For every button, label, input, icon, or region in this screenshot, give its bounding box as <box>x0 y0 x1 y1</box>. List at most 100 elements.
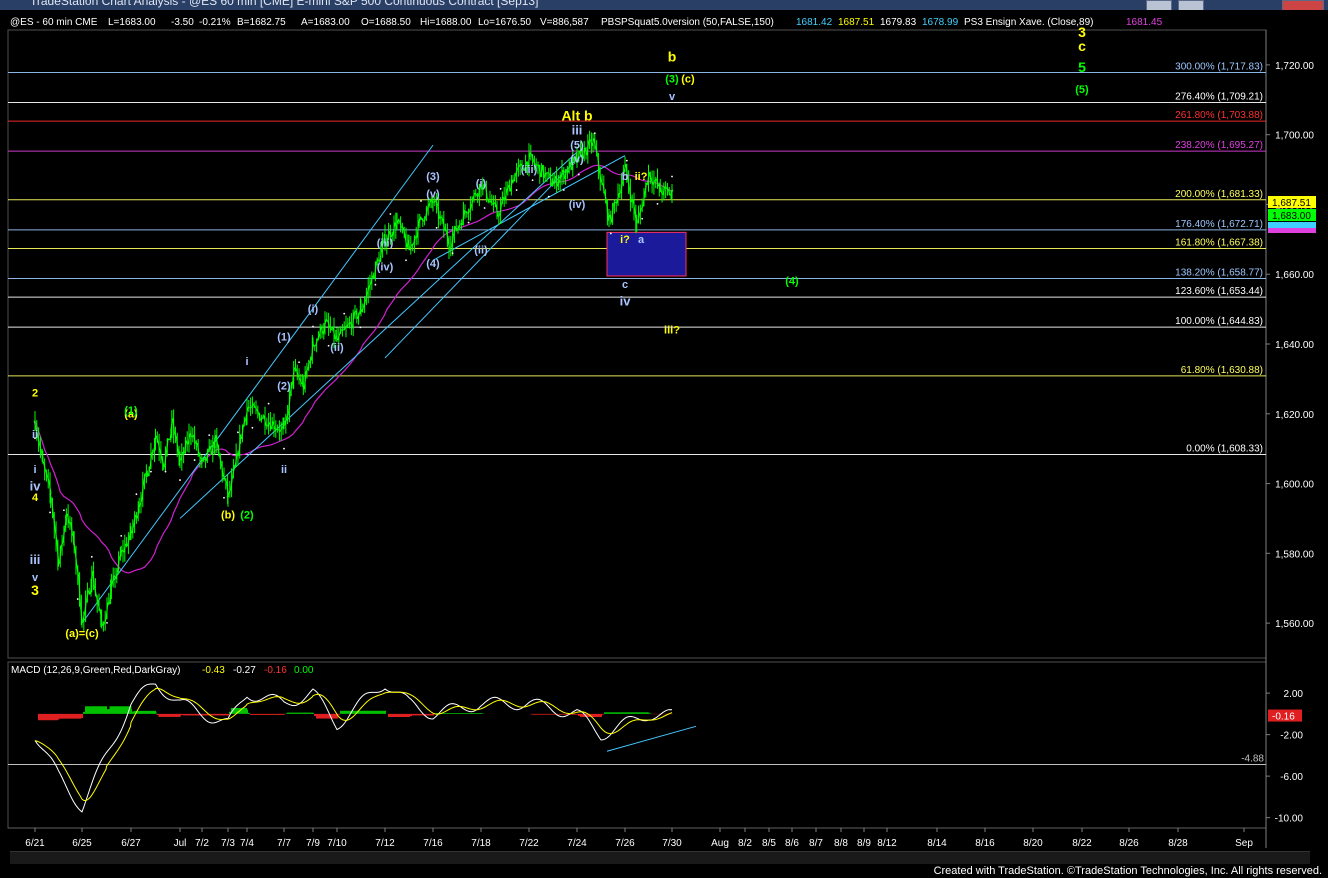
time-tick-label: 8/22 <box>1072 838 1092 849</box>
candle-body <box>51 499 54 516</box>
candle-body <box>618 192 621 195</box>
window-title-bar[interactable]: TradeStation Chart Analysis - @ES 60 min… <box>0 0 1328 10</box>
macd-histogram-bar <box>140 710 142 714</box>
candle-body <box>263 415 267 426</box>
horizontal-scrollbar[interactable] <box>10 851 1310 864</box>
trend-lines <box>34 144 673 624</box>
candle-body <box>344 325 348 329</box>
candle-body <box>299 378 303 385</box>
macd-histogram-bar <box>532 713 534 715</box>
macd-histogram-bar <box>63 713 66 719</box>
candle-body <box>604 193 607 202</box>
maximize-button[interactable] <box>1178 0 1204 10</box>
macd-histogram-bar <box>113 706 116 714</box>
macd-histogram-bar <box>366 710 368 714</box>
candle-body <box>269 422 272 430</box>
candle-body <box>632 199 636 212</box>
candle-body <box>600 181 604 185</box>
macd-histogram-bar <box>130 709 132 714</box>
minimize-button[interactable] <box>1146 0 1172 10</box>
close-button[interactable] <box>1282 0 1324 10</box>
chart-area[interactable]: @ES - 60 min CME L=1683.00 -3.50 -0.21% … <box>0 10 1328 865</box>
macd-histogram-bar <box>40 713 42 721</box>
candle-body <box>307 361 311 370</box>
time-tick-label: 7/9 <box>306 838 320 849</box>
change-percent: -0.21% <box>199 17 231 28</box>
candle-body <box>127 537 130 547</box>
candle-body <box>501 196 504 205</box>
channel-line <box>179 151 578 519</box>
candle-body <box>499 204 502 216</box>
macd-histogram-bar <box>107 709 110 714</box>
macd-histogram-bar <box>105 709 108 714</box>
macd-histogram-bar <box>138 710 140 714</box>
swing-dot <box>164 470 167 473</box>
macd-histogram-bar <box>600 713 602 717</box>
wave-label: 3 <box>31 582 39 598</box>
candle-body <box>172 418 176 434</box>
wave-label: 5 <box>1078 59 1086 75</box>
macd-histogram-bar <box>152 710 154 714</box>
candle-body <box>357 313 360 319</box>
swing-dot <box>593 132 596 135</box>
macd-histogram-bar <box>85 706 87 714</box>
macd-histogram-bar <box>414 713 416 716</box>
macd-histogram-bar <box>262 713 264 715</box>
candle-body <box>260 417 263 421</box>
candle-body <box>640 205 644 210</box>
low-value: Lo=1676.50 <box>478 17 532 28</box>
macd-histogram-bar <box>168 713 171 717</box>
candle-body <box>305 368 309 373</box>
macd-histogram-bar <box>57 713 60 720</box>
channel-line <box>81 144 434 624</box>
macd-histogram-bar <box>183 713 185 716</box>
last-high-tag: 1,687.51 <box>1272 198 1311 209</box>
macd-histogram-bar <box>318 713 320 719</box>
macd-histogram-bar <box>211 713 213 716</box>
macd-histogram-bar <box>464 713 466 714</box>
swing-dot <box>562 189 565 191</box>
macd-histogram-bar <box>187 713 189 716</box>
macd-histogram-bar <box>404 713 406 717</box>
macd-histogram-bar <box>480 713 482 714</box>
macd-histogram-bar <box>101 706 103 714</box>
time-tick-label: 7/16 <box>423 838 443 849</box>
candle-body <box>41 457 45 464</box>
swing-dot <box>641 217 644 220</box>
candle-body <box>206 450 209 461</box>
wave-label: b <box>622 171 629 183</box>
candle-body <box>540 165 543 177</box>
wave-label: iii? <box>664 325 680 337</box>
candle-body <box>151 451 154 454</box>
wave-label: (iii) <box>521 164 538 176</box>
candle-body <box>467 211 470 214</box>
wave-label: (iii) <box>377 237 394 249</box>
candle-body <box>504 189 508 200</box>
macd-histogram-bar <box>432 713 434 716</box>
candle-body <box>426 204 430 209</box>
macd-histogram-bar <box>602 713 604 715</box>
macd-histogram-bar <box>368 710 370 714</box>
macd-trend-line <box>606 725 697 752</box>
price-tick-label: 1,660.00 <box>1275 270 1314 281</box>
candle-body <box>241 425 244 439</box>
macd-histogram-bar <box>324 713 326 719</box>
macd-histogram-bar <box>69 713 72 719</box>
candle-body <box>159 450 163 459</box>
last-price: L=1683.00 <box>108 17 156 28</box>
candle-body <box>123 543 127 553</box>
macd-histogram-bar <box>314 713 316 716</box>
candle-body <box>662 186 666 195</box>
macd-histogram-bar <box>299 712 301 714</box>
wave-label: (i) <box>476 178 487 190</box>
macd-histogram-bar <box>225 713 227 716</box>
ask-value: A=1683.00 <box>301 17 350 28</box>
macd-histogram-bar <box>44 713 46 721</box>
macd-histogram-bar <box>119 706 122 714</box>
wave-label: (iv) <box>377 262 394 274</box>
macd-histogram-bar <box>52 713 54 721</box>
macd-histogram-bar <box>117 706 120 714</box>
candle-body <box>355 310 359 319</box>
wave-label: (ii) <box>474 244 488 256</box>
price-tick-label: 1,700.00 <box>1275 131 1314 142</box>
